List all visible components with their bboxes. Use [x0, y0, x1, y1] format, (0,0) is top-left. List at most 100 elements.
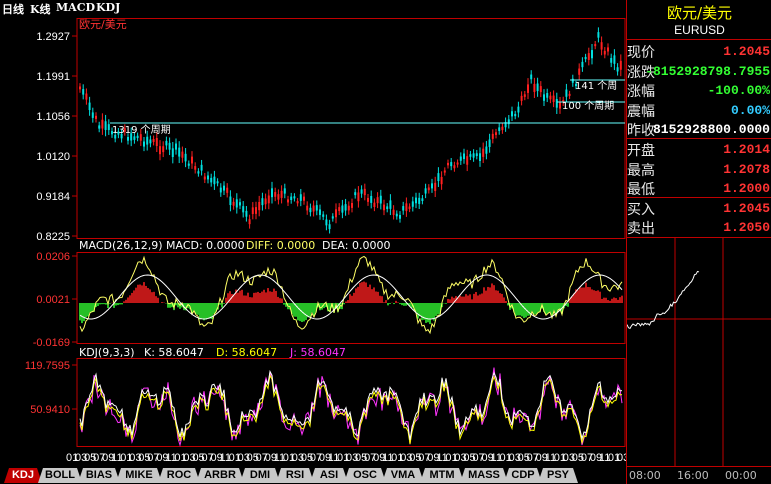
- candle-body: [136, 135, 139, 139]
- candle-body: [594, 44, 597, 47]
- macd-panel-frame: [76, 252, 626, 344]
- candle-body: [264, 198, 267, 205]
- candle-body: [216, 181, 219, 184]
- kdj-y-axis: 119.7595 50.9410: [25, 360, 77, 416]
- tab-cdp[interactable]: CDP: [504, 468, 542, 483]
- candle-body: [619, 60, 622, 70]
- y-tick-label: 1.2927: [36, 31, 70, 43]
- candle-body: [357, 192, 360, 202]
- annotation-period-3: 100 个周期: [562, 100, 614, 112]
- candle-body: [162, 146, 165, 153]
- candle-body: [405, 203, 408, 212]
- quote-row: 最低 1.2000: [627, 178, 771, 198]
- candle-body: [539, 86, 542, 93]
- candle-body: [597, 32, 600, 38]
- tab-asi[interactable]: ASI: [310, 468, 348, 483]
- candle-body: [559, 102, 561, 109]
- candle-body: [347, 205, 350, 211]
- candle-body: [191, 156, 193, 164]
- candle-body: [434, 182, 437, 191]
- kdj-button[interactable]: KDJ: [96, 1, 120, 14]
- candle-body: [514, 113, 517, 117]
- y-tick-label: 1.1056: [36, 111, 70, 123]
- candle-body: [194, 166, 197, 170]
- candle-body: [552, 95, 555, 102]
- candle-body: [232, 201, 235, 206]
- candle-body: [463, 153, 465, 159]
- candle-body: [168, 142, 171, 150]
- candle-body: [338, 207, 341, 212]
- candle-body: [443, 170, 446, 173]
- daily-period-button[interactable]: 日线: [2, 1, 24, 17]
- candle-body: [447, 162, 449, 166]
- mini-x-label-0800: 08:00: [629, 469, 661, 482]
- macd-button[interactable]: MACD: [56, 1, 95, 14]
- tab-mass[interactable]: MASS: [460, 468, 508, 483]
- tab-mike[interactable]: MIKE: [116, 468, 162, 483]
- candle-body: [328, 224, 331, 230]
- candle-body: [184, 153, 187, 162]
- candle-body: [607, 47, 609, 52]
- quote-row: 震幅 0.00%: [627, 100, 771, 120]
- tab-mtm[interactable]: MTM: [420, 468, 464, 483]
- quote-panel: 欧元/美元 EURUSD 现价 1.2045 涨跌 -8152928798.7955 涨…: [626, 0, 771, 484]
- tab-boll[interactable]: BOLL: [38, 468, 82, 483]
- period-lines: [110, 79, 625, 124]
- candle-body: [581, 61, 584, 68]
- price-chart-title: 欧元/美元: [79, 18, 127, 31]
- candle-body: [485, 146, 488, 154]
- x-tick-label: 03: [617, 452, 626, 464]
- tab-dmi[interactable]: DMI: [240, 468, 280, 483]
- candle-body: [98, 125, 101, 129]
- y-tick-label: 1.0120: [36, 151, 70, 163]
- candle-body: [104, 121, 107, 130]
- kdj-panel-frame: [76, 358, 626, 447]
- candle-body: [322, 214, 325, 217]
- tab-arbr[interactable]: ARBR: [196, 468, 244, 483]
- candle-body: [511, 111, 513, 117]
- quote-row-value: 1.2045: [723, 200, 770, 216]
- y-tick-label: 0.0206: [36, 251, 70, 263]
- y-tick-label: 0.9184: [36, 191, 70, 203]
- tab-bias[interactable]: BIAS: [78, 468, 120, 483]
- quote-row-value: 1.2045: [723, 44, 770, 59]
- kdj-header-name: KDJ(9,3,3): [79, 346, 135, 359]
- chart-area[interactable]: 欧元/美元 1.2927 1.1991 1.1056 1.0120 0.9184 0.82…: [0, 18, 626, 466]
- candle-body: [82, 89, 85, 95]
- candle-body: [536, 83, 539, 92]
- quote-row: 昨收 8152928800.0000: [627, 119, 771, 139]
- candle-body: [331, 216, 334, 219]
- tab-psy[interactable]: PSY: [538, 468, 578, 483]
- candle-body: [290, 196, 293, 201]
- candle-body: [363, 188, 366, 196]
- candle-body: [271, 188, 273, 198]
- y-tick-label: 1.1991: [36, 71, 70, 83]
- candle-body: [392, 209, 395, 215]
- tab-vma[interactable]: VMA: [382, 468, 424, 483]
- quote-symbol: EURUSD: [674, 23, 725, 37]
- quote-separator: [627, 466, 771, 467]
- macd-header-name: MACD(26,12,9): [79, 239, 163, 252]
- candle-body: [603, 50, 606, 55]
- tab-roc[interactable]: ROC: [158, 468, 200, 483]
- candle-body: [386, 206, 389, 210]
- candle-body: [408, 206, 411, 209]
- quote-row: 开盘 1.2014: [627, 139, 771, 159]
- top-toolbar: 日线 K线 MACD KDJ: [0, 0, 626, 18]
- candle-body: [248, 219, 251, 225]
- y-tick-label: 0.0021: [36, 294, 70, 306]
- mini-intraday-chart[interactable]: [627, 238, 771, 468]
- kdj-header: KDJ(9,3,3) K: 58.6047 D: 58.6047 J: 58.6…: [79, 346, 346, 359]
- tab-osc[interactable]: OSC: [344, 468, 386, 483]
- candle-body: [491, 133, 494, 139]
- tab-rsi[interactable]: RSI: [276, 468, 314, 483]
- candle-body: [181, 151, 184, 158]
- quote-row-value: 1.2050: [723, 220, 770, 236]
- candle-body: [418, 197, 421, 204]
- candle-body: [226, 187, 229, 193]
- macd-header-macd: MACD: 0.0000: [166, 239, 245, 252]
- quote-row-label: 买入: [627, 201, 655, 218]
- kline-button[interactable]: K线: [30, 1, 51, 17]
- tab-kdj[interactable]: KDJ: [4, 468, 42, 483]
- candle-body: [341, 205, 344, 213]
